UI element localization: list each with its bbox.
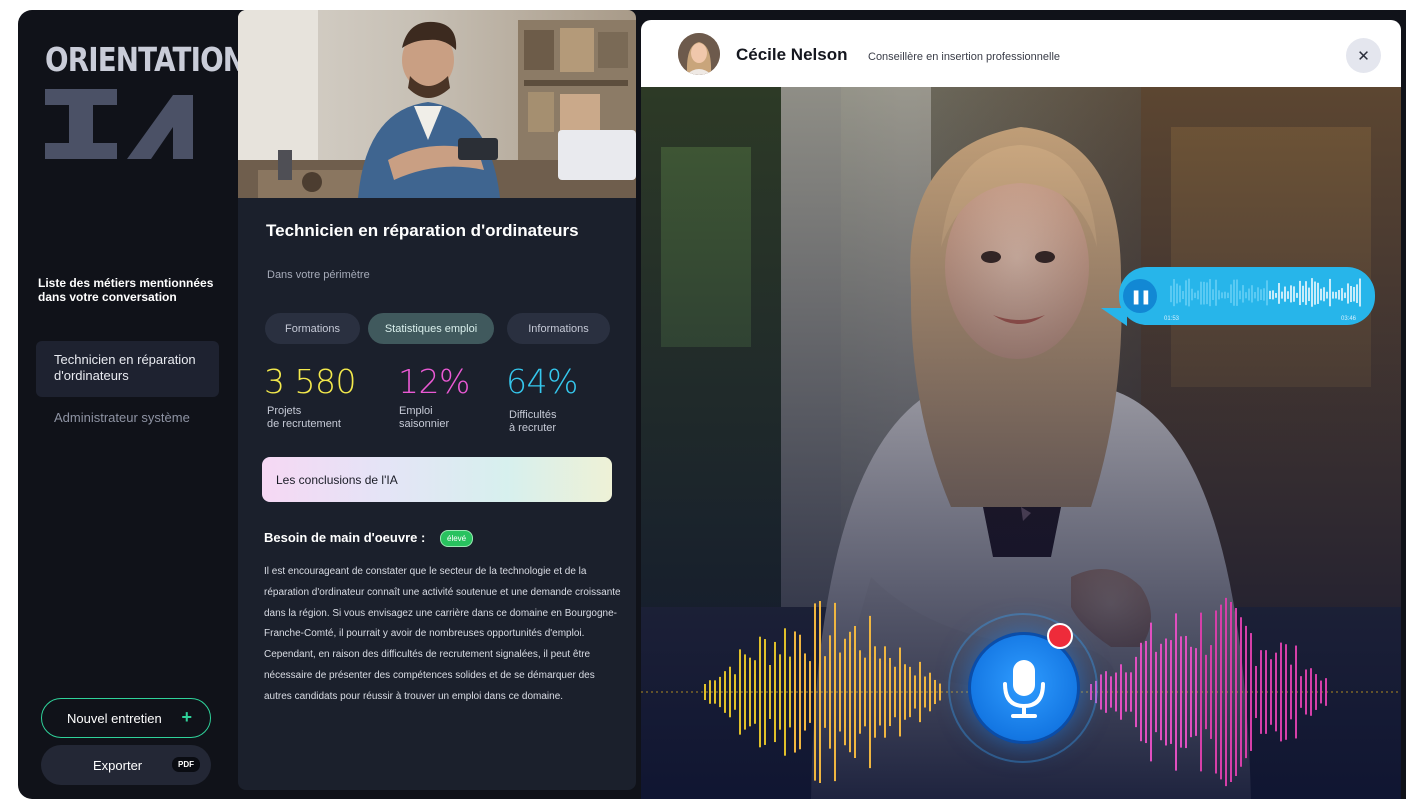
new-interview-button[interactable]: Nouvel entretien + [41, 698, 211, 738]
job-subtitle: Dans votre périmètre [267, 269, 370, 281]
ai-conclusion-text: Il est encourageant de constater que le … [264, 566, 621, 702]
voice-elapsed-time: 01:53 [1164, 316, 1180, 322]
recording-indicator [1047, 623, 1073, 649]
stat-label-text: Projets de recrutement [267, 405, 341, 430]
pdf-badge: PDF [172, 757, 200, 772]
app-window: ORIENTATION Liste des métiers mentionnée… [18, 10, 1406, 799]
voice-duration: 03:46 [1341, 316, 1357, 322]
ai-conclusions-button[interactable]: Les conclusions de l'IA [262, 457, 612, 502]
caller-name: Cécile Nelson [736, 45, 848, 64]
labor-need-badge: élevé [440, 530, 474, 547]
labor-need-label: Besoin de main d'oeuvre : [264, 530, 426, 545]
brand-logo-text: ORIENTATION [45, 40, 246, 79]
job-title: Technicien en réparation d'ordinateurs [266, 221, 579, 240]
pause-icon[interactable]: ❚❚ [1123, 279, 1157, 313]
voice-message-bubble[interactable] [1119, 267, 1375, 325]
video-call-panel: Cécile Nelson Conseillère en insertion p… [641, 20, 1401, 799]
stat-recruitment-label: Projets de recrutement [267, 405, 341, 431]
voice-waveform [1170, 278, 1361, 307]
close-icon[interactable]: ✕ [1346, 38, 1381, 73]
export-button[interactable]: Exporter PDF [41, 745, 211, 785]
stat-seasonal-value: 12% [398, 362, 470, 401]
tab-statistiques-emploi[interactable]: Statistiques emploi [368, 313, 494, 344]
stat-label-text: Difficultés à recruter [509, 409, 557, 434]
stat-label-text: Emploi saisonnier [399, 405, 450, 430]
plus-icon: + [181, 707, 192, 727]
stat-difficulty-label: Difficultés à recruter [509, 409, 556, 435]
brand-logo-mark [45, 89, 193, 159]
sidebar-job-item-admin[interactable]: Administrateur système [54, 410, 190, 425]
new-interview-label: Nouvel entretien [67, 710, 162, 726]
stat-seasonal-label: Emploi saisonnier [399, 405, 449, 431]
sidebar-job-item-technicien[interactable]: Technicien en réparation d'ordinateurs [36, 341, 219, 397]
tab-formations[interactable]: Formations [265, 313, 360, 344]
stat-recruitment-value: 3 580 [264, 362, 356, 401]
export-label: Exporter [93, 757, 143, 773]
microphone-icon[interactable] [968, 632, 1080, 744]
avatar [678, 33, 720, 75]
job-detail-panel: Technicien en réparation d'ordinateurs D… [238, 10, 636, 790]
mentions-list-title: Liste des métiers mentionnées dans votre… [38, 276, 214, 304]
call-header: Cécile Nelson Conseillère en insertion p… [641, 20, 1401, 87]
job-photo [238, 10, 636, 198]
tab-informations[interactable]: Informations [507, 313, 610, 344]
caller-role: Conseillère en insertion professionnelle [868, 51, 1061, 63]
stat-difficulty-value: 64% [506, 362, 578, 401]
sidebar: ORIENTATION Liste des métiers mentionnée… [18, 10, 246, 799]
